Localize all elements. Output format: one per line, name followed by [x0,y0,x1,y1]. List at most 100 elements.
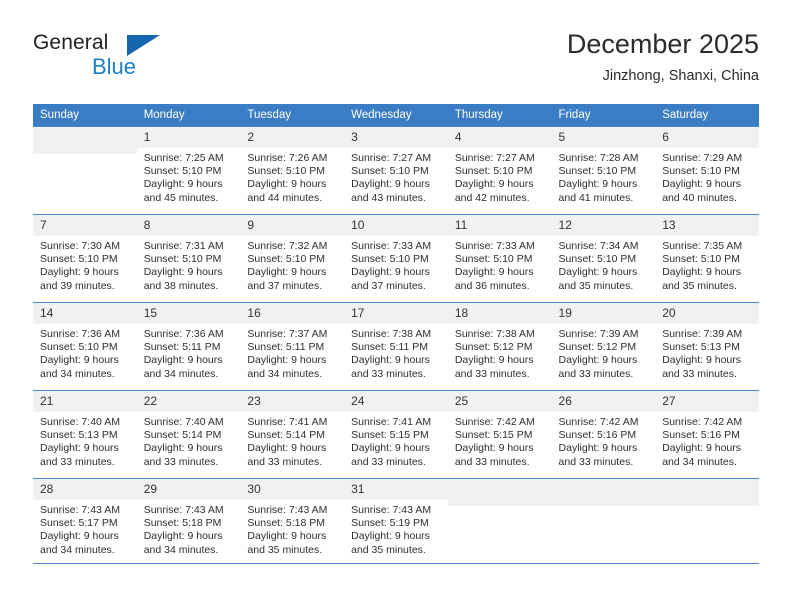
calendar-cell-day-20[interactable]: 20 Sunrise: 7:39 AM Sunset: 5:13 PM Dayligh… [655,302,759,390]
sunrise-text: Sunrise: 7:38 AM [351,328,432,340]
calendar-cell-day-10[interactable]: 10 Sunrise: 7:33 AM Sunset: 5:10 PM Dayligh… [344,214,448,302]
daylight-text-line1: Daylight: 9 hours [662,178,742,191]
calendar-cell-day-21[interactable]: 21 Sunrise: 7:40 AM Sunset: 5:13 PM Dayligh… [33,390,137,478]
page-title: December 2025 [566,29,759,59]
day-number: 16 [240,303,345,324]
day-number: 3 [344,127,448,148]
calendar-page: General Blue December 2025 Jinzhong, Sha… [0,0,792,612]
calendar-cell-day-6[interactable]: 6 Sunrise: 7:29 AM Sunset: 5:10 PM Daylight… [655,126,759,214]
calendar-cell-day-23[interactable]: 23 Sunrise: 7:41 AM Sunset: 5:14 PM Dayligh… [240,390,345,478]
day-cell: 17 Sunrise: 7:38 AM Sunset: 5:11 PM Dayligh… [344,302,448,390]
calendar-cell-day-2[interactable]: 2 Sunrise: 7:26 AM Sunset: 5:10 PM Daylight… [240,126,345,214]
day-number: 18 [447,303,552,324]
day-number [655,479,759,506]
calendar-cell-day-30[interactable]: 30 Sunrise: 7:43 AM Sunset: 5:18 PM Dayligh… [240,478,345,566]
calendar-cell-day-17[interactable]: 17 Sunrise: 7:38 AM Sunset: 5:11 PM Dayligh… [344,302,448,390]
calendar-cell-day-9[interactable]: 9 Sunrise: 7:32 AM Sunset: 5:10 PM Daylight… [240,214,345,302]
calendar-cell-day-14[interactable]: 14 Sunrise: 7:36 AM Sunset: 5:10 PM Dayligh… [33,302,137,390]
day-number: 30 [240,479,345,500]
calendar-cell-day-28[interactable]: 28 Sunrise: 7:43 AM Sunset: 5:17 PM Dayligh… [33,478,137,566]
daylight-text-line1: Daylight: 9 hours [40,442,119,455]
daylight-text-line1: Daylight: 9 hours [143,178,223,191]
calendar-cell-day-18[interactable]: 18 Sunrise: 7:38 AM Sunset: 5:12 PM Dayligh… [447,302,552,390]
daylight-text-line2: and 33 minutes. [40,455,115,468]
daylight-text-line1: Daylight: 9 hours [143,354,223,367]
sunset-text: Sunset: 5:11 PM [143,341,221,354]
sunset-text: Sunset: 5:10 PM [247,253,326,266]
calendar-cell-day-13[interactable]: 13 Sunrise: 7:35 AM Sunset: 5:10 PM Dayligh… [655,214,759,302]
daylight-text-line2: and 35 minutes. [351,543,426,556]
calendar-cell-day-15[interactable]: 15 Sunrise: 7:36 AM Sunset: 5:11 PM Dayligh… [136,302,241,390]
calendar-cell-day-27[interactable]: 27 Sunrise: 7:42 AM Sunset: 5:16 PM Dayligh… [655,390,759,478]
day-cell [33,126,137,214]
sunrise-text: Sunrise: 7:40 AM [143,416,224,428]
sunset-text: Sunset: 5:13 PM [662,341,740,354]
day-details: Sunrise: 7:33 AM Sunset: 5:10 PM Daylight:… [344,236,448,293]
sunrise-text: Sunrise: 7:27 AM [351,152,432,164]
calendar-cell-day-19[interactable]: 19 Sunrise: 7:39 AM Sunset: 5:12 PM Dayligh… [551,302,656,390]
sunrise-text: Sunrise: 7:35 AM [662,240,743,252]
calendar-cell-day-24[interactable]: 24 Sunrise: 7:41 AM Sunset: 5:15 PM Dayligh… [344,390,448,478]
day-number: 12 [551,215,656,236]
day-number: 24 [344,391,448,412]
day-cell: 15 Sunrise: 7:36 AM Sunset: 5:11 PM Dayligh… [136,302,241,390]
day-cell: 18 Sunrise: 7:38 AM Sunset: 5:12 PM Dayligh… [447,302,552,390]
daylight-text-line1: Daylight: 9 hours [247,530,327,543]
calendar-cell-day-7[interactable]: 7 Sunrise: 7:30 AM Sunset: 5:10 PM Daylight… [33,214,137,302]
day-cell: 4 Sunrise: 7:27 AM Sunset: 5:10 PM Daylight… [447,126,552,214]
daylight-text-line2: and 33 minutes. [558,455,634,468]
day-cell: 23 Sunrise: 7:41 AM Sunset: 5:14 PM Dayligh… [240,390,345,478]
sunset-text: Sunset: 5:10 PM [558,165,637,178]
sunset-text: Sunset: 5:10 PM [351,165,429,178]
daylight-text-line2: and 34 minutes. [247,367,323,380]
calendar-cell-day-3[interactable]: 3 Sunrise: 7:27 AM Sunset: 5:10 PM Daylight… [344,126,448,214]
calendar-cell-day-4[interactable]: 4 Sunrise: 7:27 AM Sunset: 5:10 PM Daylight… [447,126,552,214]
calendar-cell-day-16[interactable]: 16 Sunrise: 7:37 AM Sunset: 5:11 PM Dayligh… [240,302,345,390]
day-cell: 2 Sunrise: 7:26 AM Sunset: 5:10 PM Daylight… [240,126,345,214]
calendar-cell-day-12[interactable]: 12 Sunrise: 7:34 AM Sunset: 5:10 PM Dayligh… [551,214,656,302]
calendar-cell-day-1[interactable]: 1 Sunrise: 7:25 AM Sunset: 5:10 PM Daylight… [136,126,241,214]
day-cell [447,478,552,566]
daylight-text-line2: and 37 minutes. [351,279,426,292]
sunset-text: Sunset: 5:10 PM [351,253,429,266]
daylight-text-line1: Daylight: 9 hours [247,266,327,279]
day-details: Sunrise: 7:27 AM Sunset: 5:10 PM Daylight:… [344,148,448,205]
daylight-text-line1: Daylight: 9 hours [40,530,119,543]
daylight-text-line2: and 34 minutes. [40,543,115,556]
day-details: Sunrise: 7:43 AM Sunset: 5:18 PM Daylight:… [240,500,344,557]
day-cell: 5 Sunrise: 7:28 AM Sunset: 5:10 PM Daylight… [551,126,656,214]
calendar-cell-day-8[interactable]: 8 Sunrise: 7:31 AM Sunset: 5:10 PM Daylight… [136,214,241,302]
sunrise-text: Sunrise: 7:39 AM [558,328,639,340]
sunrise-text: Sunrise: 7:42 AM [558,416,639,428]
sunrise-text: Sunrise: 7:25 AM [143,152,224,164]
daylight-text-line2: and 36 minutes. [454,279,530,292]
daylight-text-line1: Daylight: 9 hours [558,178,638,191]
generalblue-logo[interactable]: General Blue [33,31,233,87]
calendar-cell-day-5[interactable]: 5 Sunrise: 7:28 AM Sunset: 5:10 PM Daylight… [551,126,656,214]
sunrise-text: Sunrise: 7:43 AM [143,504,224,516]
daylight-text-line2: and 33 minutes. [558,367,634,380]
calendar-cell-day-22[interactable]: 22 Sunrise: 7:40 AM Sunset: 5:14 PM Dayligh… [136,390,241,478]
calendar-cell-day-11[interactable]: 11 Sunrise: 7:33 AM Sunset: 5:10 PM Dayligh… [447,214,552,302]
calendar-cell-day-29[interactable]: 29 Sunrise: 7:43 AM Sunset: 5:18 PM Dayligh… [136,478,241,566]
sunrise-text: Sunrise: 7:27 AM [454,152,535,164]
calendar-cell-day-26[interactable]: 26 Sunrise: 7:42 AM Sunset: 5:16 PM Dayligh… [551,390,656,478]
sunrise-text: Sunrise: 7:29 AM [662,152,743,164]
daylight-text-line2: and 33 minutes. [351,367,426,380]
sunset-text: Sunset: 5:10 PM [143,165,222,178]
daylight-text-line1: Daylight: 9 hours [454,354,534,367]
calendar-cell-day-31[interactable]: 31 Sunrise: 7:43 AM Sunset: 5:19 PM Dayligh… [344,478,448,566]
day-number: 10 [344,215,448,236]
day-cell: 11 Sunrise: 7:33 AM Sunset: 5:10 PM Dayligh… [447,214,552,302]
day-details: Sunrise: 7:36 AM Sunset: 5:10 PM Daylight:… [33,324,137,381]
sunrise-text: Sunrise: 7:43 AM [351,504,432,516]
daylight-text-line2: and 33 minutes. [454,455,530,468]
calendar-cell-day-25[interactable]: 25 Sunrise: 7:42 AM Sunset: 5:15 PM Dayligh… [447,390,552,478]
day-details: Sunrise: 7:28 AM Sunset: 5:10 PM Daylight:… [552,148,656,205]
day-details: Sunrise: 7:43 AM Sunset: 5:18 PM Daylight:… [137,500,241,557]
day-cell: 30 Sunrise: 7:43 AM Sunset: 5:18 PM Dayligh… [240,478,345,566]
day-details: Sunrise: 7:31 AM Sunset: 5:10 PM Daylight:… [137,236,241,293]
daylight-text-line2: and 34 minutes. [662,455,737,468]
day-cell [655,478,759,566]
day-details: Sunrise: 7:32 AM Sunset: 5:10 PM Daylight:… [240,236,344,293]
